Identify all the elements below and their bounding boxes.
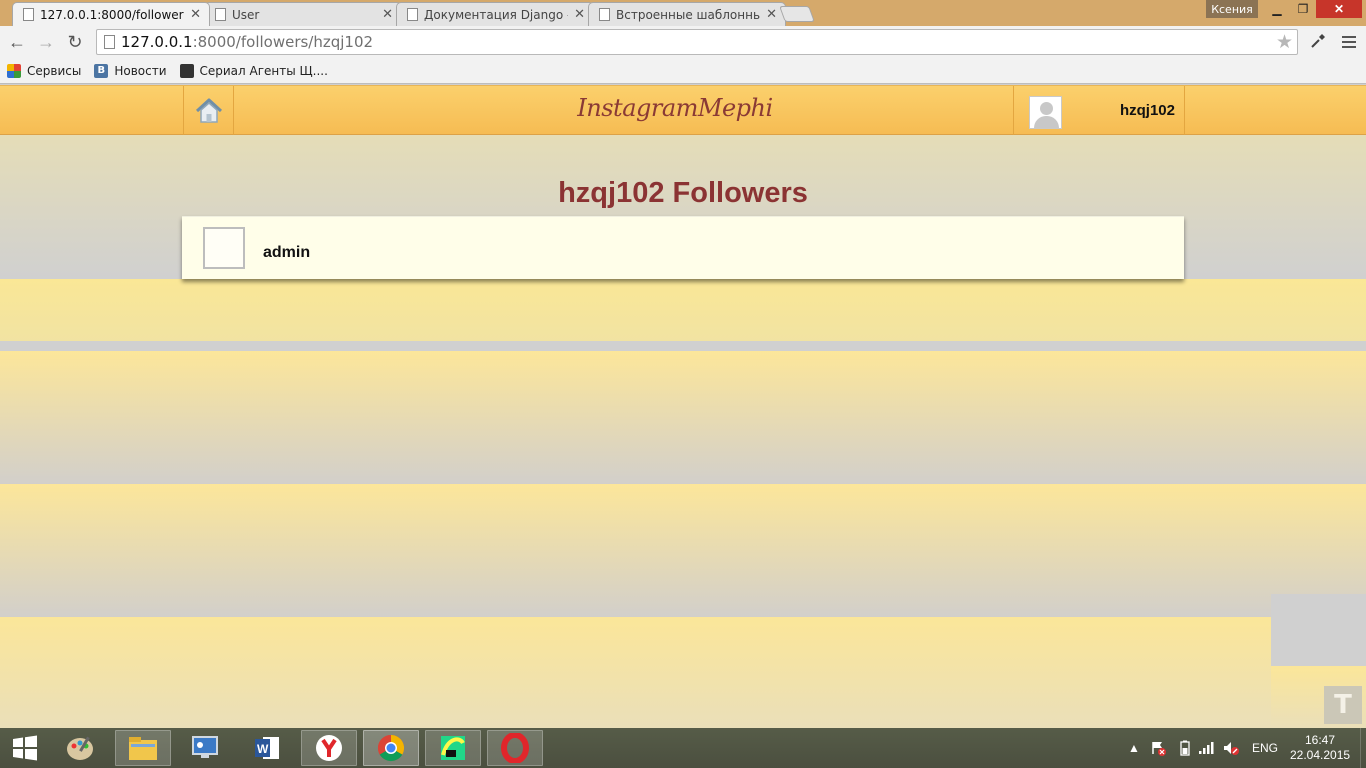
page-viewport: InstagramMephi hzqj102 hzqj102 Followers…: [0, 85, 1366, 728]
page-icon: [215, 8, 226, 21]
yandex-browser-icon[interactable]: [301, 730, 357, 766]
close-window-button[interactable]: ✕: [1316, 0, 1362, 18]
action-center-icon[interactable]: [1150, 728, 1166, 768]
svg-text:W: W: [257, 742, 269, 756]
bookmark-star-icon[interactable]: ★: [1276, 31, 1293, 53]
chrome-icon[interactable]: [363, 730, 419, 766]
tab-close-icon[interactable]: ✕: [190, 7, 201, 22]
address-bar[interactable]: 127.0.0.1:8000/followers/hzqj102 ★: [96, 29, 1298, 55]
forward-icon[interactable]: →: [34, 30, 58, 54]
opera-icon[interactable]: [487, 730, 543, 766]
tab-label: 127.0.0.1:8000/followers/h: [40, 7, 184, 22]
url-host: 127.0.0.1: [121, 33, 193, 51]
bookmark-series[interactable]: Сериал Агенты Щ....: [179, 63, 328, 78]
background-band: [0, 617, 1271, 728]
paint-icon[interactable]: [52, 730, 108, 766]
scroll-top-icon: T: [1334, 690, 1352, 720]
background-band: [1271, 594, 1366, 666]
browser-titlebar: 127.0.0.1:8000/followers/h ✕ User ✕ Доку…: [0, 0, 1366, 26]
avatar: [1029, 96, 1062, 129]
page-icon: [407, 8, 418, 21]
tab-label: Встроенные шаблонные: [616, 7, 761, 22]
page-icon: [599, 8, 610, 21]
tab-close-icon[interactable]: ✕: [574, 7, 585, 22]
maximize-button[interactable]: ❐: [1290, 0, 1316, 18]
vk-icon: B: [94, 63, 109, 78]
page-icon: [104, 35, 115, 49]
film-icon: [179, 63, 194, 78]
site-logo[interactable]: InstagramMephi: [560, 94, 790, 122]
bookmark-services[interactable]: Сервисы: [7, 63, 82, 78]
tab-label: User: [232, 7, 260, 22]
background-band: [0, 351, 1366, 485]
home-button[interactable]: [183, 86, 234, 135]
tab-close-icon[interactable]: ✕: [766, 7, 777, 22]
windows-logo-icon: [13, 735, 37, 761]
bookmarks-bar: Сервисы B Новости Сериал Агенты Щ....: [0, 58, 1366, 84]
list-item[interactable]: admin: [182, 216, 1184, 279]
eyedropper-icon[interactable]: [1308, 31, 1328, 51]
avatar[interactable]: [203, 227, 245, 269]
follower-username[interactable]: admin: [263, 244, 310, 262]
page-title: hzqj102 Followers: [558, 177, 808, 209]
tab-followers[interactable]: 127.0.0.1:8000/followers/h ✕: [12, 2, 210, 26]
bookmark-label: Новости: [114, 63, 167, 78]
show-desktop-button[interactable]: [1360, 728, 1366, 768]
remote-desktop-icon[interactable]: [177, 730, 233, 766]
page-icon: [23, 8, 34, 21]
start-button[interactable]: [0, 728, 50, 768]
clock-date: 22.04.2015: [1290, 748, 1351, 762]
background-band: [0, 484, 1366, 618]
profile-badge[interactable]: Ксения: [1206, 0, 1258, 18]
apps-icon: [7, 63, 21, 78]
home-icon: [195, 98, 222, 123]
tab-django-docs[interactable]: Документация Django — ✕: [396, 2, 594, 26]
browser-toolbar: ← → ↻ 127.0.0.1:8000/followers/hzqj102 ★: [0, 26, 1366, 58]
bookmark-label: Сериал Агенты Щ....: [199, 63, 328, 78]
new-tab-button[interactable]: [779, 6, 815, 22]
volume-muted-icon[interactable]: [1222, 728, 1240, 768]
site-navbar: InstagramMephi hzqj102: [0, 85, 1366, 135]
file-explorer-icon[interactable]: [115, 730, 171, 766]
pycharm-icon[interactable]: [425, 730, 481, 766]
bookmark-label: Сервисы: [27, 63, 82, 78]
tab-user[interactable]: User ✕: [204, 2, 402, 26]
word-icon[interactable]: W: [239, 730, 295, 766]
tab-builtin-templates[interactable]: Встроенные шаблонные ✕: [588, 2, 786, 26]
current-username[interactable]: hzqj102: [1120, 102, 1175, 119]
clock[interactable]: 16:47 22.04.2015: [1290, 733, 1350, 763]
background-band: [0, 279, 1366, 341]
user-menu[interactable]: hzqj102: [1013, 86, 1185, 135]
windows-taskbar: W ▲ ENG 16:47 22.04.2015: [0, 728, 1366, 768]
reload-icon[interactable]: ↻: [63, 30, 87, 54]
tab-label: Документация Django —: [424, 7, 569, 22]
clock-time: 16:47: [1304, 733, 1336, 747]
language-indicator[interactable]: ENG: [1252, 728, 1278, 768]
network-icon[interactable]: [1198, 728, 1216, 768]
tab-close-icon[interactable]: ✕: [382, 7, 393, 22]
scroll-to-top-button[interactable]: T: [1324, 686, 1362, 724]
back-icon[interactable]: ←: [5, 30, 29, 54]
chrome-menu-icon[interactable]: [1338, 31, 1360, 53]
minimize-button[interactable]: ▁: [1264, 0, 1290, 18]
bookmark-news[interactable]: B Новости: [94, 63, 167, 78]
tray-expand-icon[interactable]: ▲: [1128, 728, 1140, 768]
url-path: :8000/followers/hzqj102: [192, 33, 374, 51]
battery-icon[interactable]: [1179, 728, 1191, 768]
